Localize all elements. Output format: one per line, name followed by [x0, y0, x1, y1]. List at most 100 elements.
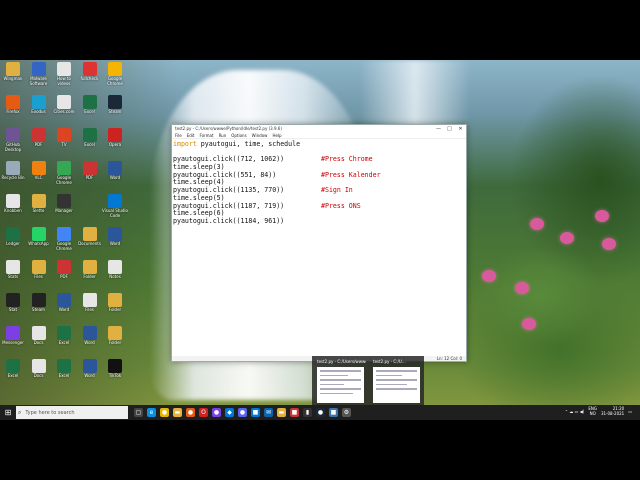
desktop-icon[interactable]: Folder — [77, 260, 103, 284]
desktop-icon[interactable]: Steam — [102, 95, 128, 119]
desktop-icon[interactable]: GitHub Desktop — [0, 128, 26, 152]
close-button[interactable]: ✕ — [455, 126, 466, 132]
menu-options[interactable]: Options — [231, 133, 246, 138]
tray-icons[interactable]: ⌃ ☁ ▭ ◀) — [565, 409, 585, 414]
desktop-icon[interactable]: Wingman — [0, 62, 26, 86]
settings-icon[interactable]: ⚙ — [342, 408, 351, 417]
desktop-icon[interactable]: Word — [77, 326, 103, 350]
desktop-icon[interactable]: Stats — [0, 260, 26, 284]
desktop-icon[interactable]: Slette — [26, 194, 52, 218]
menu-run[interactable]: Run — [219, 133, 227, 138]
app-icon — [57, 161, 71, 175]
desktop-icon[interactable]: How to videos — [51, 62, 77, 86]
store-icon[interactable]: ■ — [251, 408, 260, 417]
desktop-icon[interactable]: VLC — [26, 161, 52, 185]
pdf-icon[interactable]: ■ — [290, 408, 299, 417]
desktop-icon[interactable]: Excel — [51, 359, 77, 383]
desktop-icon[interactable]: Cities.com — [51, 95, 77, 119]
desktop-icon[interactable]: Messenger — [0, 326, 26, 350]
desktop-icon[interactable]: Google Chrome — [51, 161, 77, 185]
desktop-icon[interactable]: Excel — [51, 326, 77, 350]
opera-icon[interactable]: O — [199, 408, 208, 417]
desktop-icon[interactable]: Word — [77, 359, 103, 383]
desktop-icon[interactable]: Word — [102, 161, 128, 185]
vscode-icon[interactable]: ◆ — [225, 408, 234, 417]
notification-icon[interactable]: ▭ — [628, 409, 632, 414]
terminal-icon[interactable]: ▮ — [303, 408, 312, 417]
desktop-icon-label: Recycle Bin — [1, 175, 25, 180]
desktop-icon[interactable]: Ledger — [0, 227, 26, 251]
desktop-icon[interactable]: Notes — [102, 260, 128, 284]
app-icon — [6, 161, 20, 175]
desktop-icon[interactable]: Excel — [77, 95, 103, 119]
app-icon — [31, 326, 46, 340]
desktop-icon[interactable]: Docs — [26, 359, 52, 383]
mail-icon[interactable]: ✉ — [264, 408, 273, 417]
desktop-icon[interactable]: Google Chrome — [51, 227, 77, 251]
menu-window[interactable]: Window — [252, 133, 268, 138]
desktop-icon[interactable]: Stat — [0, 293, 26, 317]
folder-icon[interactable]: ▬ — [277, 408, 286, 417]
maximize-button[interactable]: □ — [444, 126, 455, 132]
steam-icon[interactable]: ● — [316, 408, 325, 417]
clock[interactable]: 21:20 31-08-2021 — [601, 406, 624, 416]
app-icon — [108, 293, 122, 307]
language-indicator[interactable]: ENG NO — [588, 406, 597, 416]
edge-icon[interactable]: e — [147, 408, 156, 417]
app-icon — [82, 128, 97, 142]
desktop-icon[interactable]: WhatsApp — [26, 227, 52, 251]
firefox-icon[interactable]: ● — [186, 408, 195, 417]
minimize-button[interactable]: — — [433, 126, 444, 132]
desktop-icon[interactable]: Opera — [102, 128, 128, 152]
desktop-icon[interactable]: Documents — [77, 227, 103, 251]
desktop-icon[interactable]: PDF — [26, 128, 52, 152]
app-icon — [82, 293, 97, 307]
desktop-icon[interactable]: PDF — [77, 161, 103, 185]
desktop-icon[interactable]: Recycle Bin — [0, 161, 26, 185]
desktop-icon[interactable]: Exodus — [26, 95, 52, 119]
desktop-icon[interactable]: Firefox — [0, 95, 26, 119]
explorer-icon[interactable]: ▬ — [173, 408, 182, 417]
desktop-icon[interactable]: Google Chrome — [102, 62, 128, 86]
desktop-icon[interactable]: TikTok — [102, 359, 128, 383]
menu-help[interactable]: Help — [272, 133, 281, 138]
desktop-icon[interactable]: Excel — [0, 359, 26, 383]
desktop-icon[interactable]: Steam — [26, 293, 52, 317]
desktop-icon[interactable]: Excel — [77, 128, 103, 152]
app-icon — [57, 260, 71, 274]
discord-icon[interactable]: ● — [238, 408, 247, 417]
task-view-icon[interactable]: ▢ — [134, 408, 143, 417]
menu-edit[interactable]: Edit — [187, 133, 195, 138]
thumbnail-preview — [373, 367, 420, 403]
desktop-icon[interactable]: Visual Studio Code — [102, 194, 128, 218]
desktop-icon[interactable]: TV — [51, 128, 77, 152]
chrome-icon[interactable]: ● — [160, 408, 169, 417]
desktop-icon[interactable]: Knobben — [0, 194, 26, 218]
menu-format[interactable]: Format — [199, 133, 213, 138]
thumbnail-window-1[interactable]: test2.py - C:/Users/wwwe... — [314, 358, 366, 406]
desktop-icon[interactable]: Word — [102, 227, 128, 251]
desktop-icon[interactable]: Word — [51, 293, 77, 317]
desktop-icon[interactable]: Malware Software Tool — [26, 62, 52, 86]
window-title: test2.py - C:/Users/wwwe/Python/Idle/tes… — [175, 126, 282, 131]
desktop-icon[interactable]: Files — [77, 293, 103, 317]
messenger-icon[interactable]: ● — [212, 408, 221, 417]
taskbar-search-box[interactable]: ⌕ Type here to search — [16, 406, 128, 419]
thumbnail-window-2[interactable]: test2.py - C:/U... — [370, 358, 422, 406]
desktop-icon[interactable]: Manager — [51, 194, 77, 218]
python-idle-icon[interactable]: ■ — [329, 408, 338, 417]
desktop-icon[interactable]: Folder — [102, 326, 128, 350]
idle-editor-window[interactable]: test2.py - C:/Users/wwwe/Python/Idle/tes… — [171, 124, 467, 362]
desktop-icon[interactable]: Files — [26, 260, 52, 284]
desktop-icon[interactable]: PDF — [51, 260, 77, 284]
search-placeholder: Type here to search — [25, 409, 75, 416]
desktop-icon[interactable]: Folder — [102, 293, 128, 317]
menu-file[interactable]: File — [175, 133, 182, 138]
desktop-icon[interactable]: fullcheck — [77, 62, 103, 86]
desktop-icon[interactable]: Docs — [26, 326, 52, 350]
windows-start-icon[interactable]: ⊞ — [0, 408, 16, 417]
search-icon: ⌕ — [18, 408, 22, 416]
window-titlebar[interactable]: test2.py - C:/Users/wwwe/Python/Idle/tes… — [172, 125, 466, 132]
code-editor[interactable]: import pyautogui, time, schedule pyautogu… — [172, 139, 466, 355]
app-icon — [108, 326, 122, 340]
